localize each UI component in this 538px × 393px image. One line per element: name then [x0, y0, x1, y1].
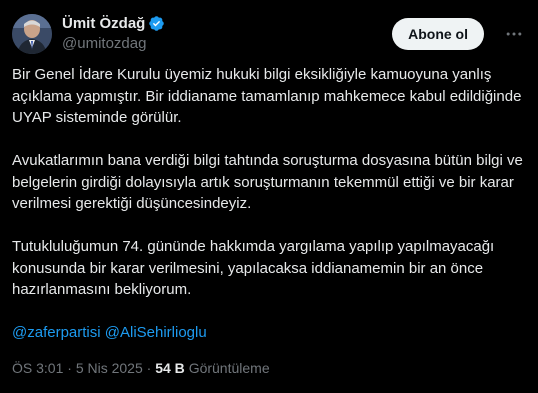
tweet-meta: ÖS 3:01 · 5 Nis 2025 · 54 B Görüntüleme [12, 360, 270, 376]
tweet-time[interactable]: ÖS 3:01 [12, 360, 63, 376]
mention-link[interactable]: @zaferpartisi [12, 324, 101, 341]
mention-link[interactable]: @AliSehirlioglu [105, 324, 207, 341]
meta-separator: · [67, 360, 72, 376]
author-handle[interactable]: @umitozdag [62, 35, 165, 52]
verified-badge-icon [148, 15, 165, 32]
follow-button[interactable]: Abone ol [392, 18, 484, 50]
more-horizontal-icon[interactable] [502, 22, 526, 46]
tweet-paragraph: Avukatlarımın bana verdiği bilgi tahtınd… [12, 152, 528, 212]
display-name[interactable]: Ümit Özdağ [62, 15, 145, 32]
tweet-paragraph: Bir Genel İdare Kurulu üyemiz hukuki bil… [12, 66, 526, 126]
avatar[interactable] [12, 14, 52, 54]
tweet-paragraph: Tutukluluğumun 74. gününde hakkımda yarg… [12, 238, 499, 298]
author-names: Ümit Özdağ @umitozdag [62, 14, 165, 52]
tweet-mentions: @zaferpartisi @AliSehirlioglu [12, 322, 526, 344]
tweet-header: Ümit Özdağ @umitozdag Abone ol [12, 12, 526, 56]
views-count: 54 B [155, 360, 185, 376]
tweet-text: Bir Genel İdare Kurulu üyemiz hukuki bil… [12, 64, 526, 344]
tweet-date[interactable]: 5 Nis 2025 [76, 360, 143, 376]
display-name-row: Ümit Özdağ [62, 14, 165, 33]
meta-separator: · [146, 360, 152, 376]
views-label: Görüntüleme [188, 360, 270, 376]
tweet-card: Ümit Özdağ @umitozdag Abone ol Bir Genel… [0, 0, 538, 393]
